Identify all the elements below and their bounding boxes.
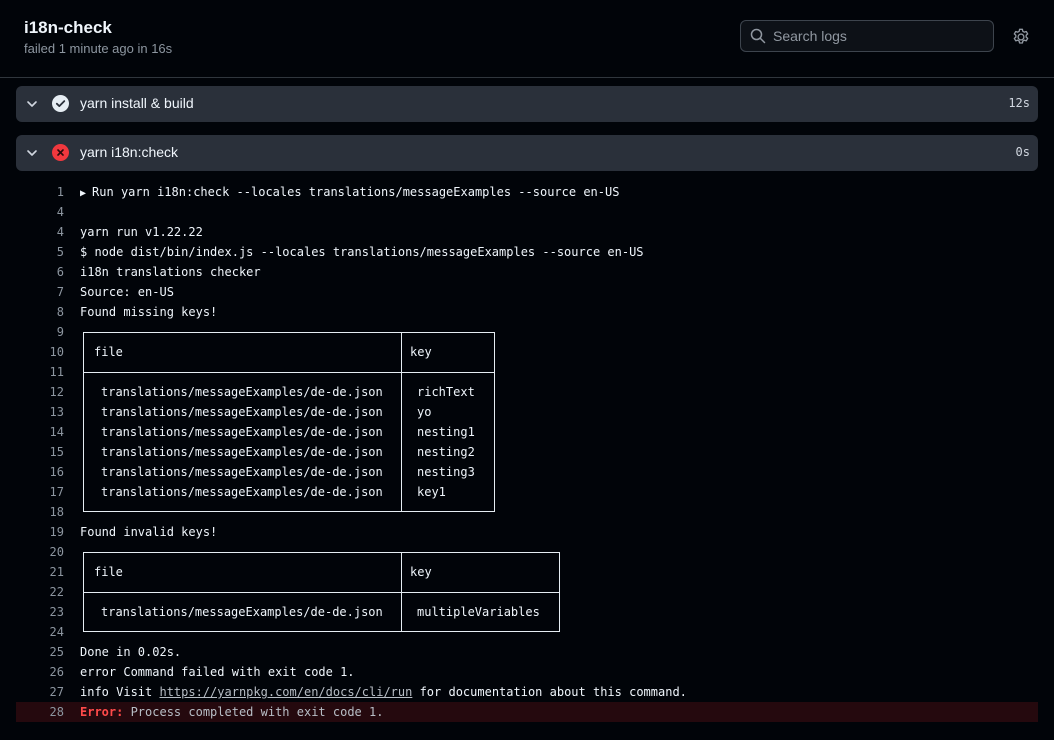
log-line: 4 yarn run v1.22.22 [16, 222, 1038, 242]
table-cell-key: yo [417, 405, 432, 419]
table-header-key: key [410, 345, 432, 359]
log-text: error Command failed with exit code 1. [80, 665, 355, 679]
line-number[interactable]: 22 [16, 582, 64, 602]
step-name: yarn install & build [80, 95, 194, 111]
log-line: 4 [16, 202, 1038, 222]
line-number[interactable]: 17 [16, 482, 64, 502]
line-number[interactable]: 7 [16, 282, 64, 302]
table-cell-key: key1 [417, 485, 446, 499]
search-icon [750, 28, 766, 44]
job-header: i18n-check failed 1 minute ago in 16s [0, 0, 1054, 78]
table-header-file: file [94, 345, 123, 359]
table-cell-file: translations/messageExamples/de-de.json [101, 405, 383, 419]
line-number[interactable]: 5 [16, 242, 64, 262]
line-number[interactable]: 21 [16, 562, 64, 582]
log-line: 27 info Visit https://yarnpkg.com/en/docs… [16, 682, 1038, 702]
table-cell-file: translations/messageExamples/de-de.json [101, 485, 383, 499]
error-label: Error: [80, 705, 124, 719]
table-cell-key: nesting1 [417, 425, 475, 439]
log-line: 28 Error: Process completed with exit cod… [16, 702, 1038, 722]
log-line: 5 $ node dist/bin/index.js --locales tran… [16, 242, 1038, 262]
log-text: $ node dist/bin/index.js --locales trans… [80, 245, 644, 259]
table-divider [83, 372, 495, 373]
line-number[interactable]: 15 [16, 442, 64, 462]
step-yarn-install-build[interactable]: yarn install & build 12s [16, 86, 1038, 122]
line-number[interactable]: 11 [16, 362, 64, 382]
step-yarn-i18n-check[interactable]: yarn i18n:check 0s [16, 135, 1038, 171]
job-title: i18n-check [24, 18, 112, 37]
table-cell-key: richText [417, 385, 475, 399]
error-message: Process completed with exit code 1. [123, 705, 384, 719]
log-text: Found invalid keys! [80, 525, 218, 539]
log-text: Error: Process completed with exit code … [80, 702, 383, 722]
search-logs-field[interactable] [740, 20, 994, 52]
line-number[interactable]: 6 [16, 262, 64, 282]
line-number[interactable]: 26 [16, 662, 64, 682]
line-number[interactable]: 23 [16, 602, 64, 622]
line-number[interactable]: 24 [16, 622, 64, 642]
table-divider [401, 332, 402, 512]
line-number[interactable]: 25 [16, 642, 64, 662]
log-text: Done in 0.02s. [80, 645, 182, 659]
line-number[interactable]: 1 [16, 182, 64, 202]
table-cell-file: translations/messageExamples/de-de.json [101, 445, 383, 459]
table-header-file: file [94, 565, 123, 579]
log-output: 1 ▶ Run yarn i18n:check --locales transla… [16, 182, 1038, 722]
log-line: 6 i18n translations checker [16, 262, 1038, 282]
line-number[interactable]: 13 [16, 402, 64, 422]
table-cell-file: translations/messageExamples/de-de.json [101, 605, 383, 619]
table-cell-key: multipleVariables [417, 605, 540, 619]
line-number[interactable]: 8 [16, 302, 64, 322]
line-number[interactable]: 27 [16, 682, 64, 702]
search-logs-input[interactable] [773, 21, 983, 51]
log-text: Found missing keys! [80, 305, 218, 319]
log-line: 25 Done in 0.02s. [16, 642, 1038, 662]
log-text: info Visit https://yarnpkg.com/en/docs/c… [80, 685, 687, 699]
log-line: 7 Source: en-US [16, 282, 1038, 302]
table-cell-key: nesting2 [417, 445, 475, 459]
table-cell-key: nesting3 [417, 465, 475, 479]
line-number[interactable]: 4 [16, 222, 64, 242]
line-number[interactable]: 10 [16, 342, 64, 362]
job-status-text: failed 1 minute ago in 16s [24, 41, 173, 56]
x-circle-icon [52, 144, 69, 161]
gear-icon[interactable] [1011, 27, 1031, 47]
step-name: yarn i18n:check [80, 144, 179, 160]
log-text: i18n translations checker [80, 265, 261, 279]
table-cell-file: translations/messageExamples/de-de.json [101, 385, 383, 399]
line-number[interactable]: 14 [16, 422, 64, 442]
expand-triangle-icon[interactable]: ▶ [80, 188, 92, 199]
line-number[interactable]: 16 [16, 462, 64, 482]
table-divider [83, 592, 560, 593]
line-number[interactable]: 9 [16, 322, 64, 342]
line-number[interactable]: 4 [16, 202, 64, 222]
log-line: 26 error Command failed with exit code 1. [16, 662, 1038, 682]
chevron-down-icon[interactable] [26, 98, 38, 110]
line-number[interactable]: 28 [16, 702, 64, 722]
step-duration: 0s [1015, 145, 1030, 159]
log-line: 19 Found invalid keys! [16, 522, 1038, 542]
step-duration: 12s [1008, 96, 1030, 110]
log-text[interactable]: ▶ Run yarn i18n:check --locales translat… [80, 182, 619, 204]
line-number[interactable]: 12 [16, 382, 64, 402]
log-text: Source: en-US [80, 285, 174, 299]
docs-link[interactable]: https://yarnpkg.com/en/docs/cli/run [159, 685, 412, 699]
line-number[interactable]: 20 [16, 542, 64, 562]
table-cell-file: translations/messageExamples/de-de.json [101, 465, 383, 479]
line-number[interactable]: 18 [16, 502, 64, 522]
log-text: yarn run v1.22.22 [80, 225, 203, 239]
table-header-key: key [410, 565, 432, 579]
table-cell-file: translations/messageExamples/de-de.json [101, 425, 383, 439]
check-circle-icon [52, 95, 69, 112]
chevron-down-icon[interactable] [26, 147, 38, 159]
line-number[interactable]: 19 [16, 522, 64, 542]
log-line: 1 ▶ Run yarn i18n:check --locales transla… [16, 182, 1038, 202]
log-line: 8 Found missing keys! [16, 302, 1038, 322]
